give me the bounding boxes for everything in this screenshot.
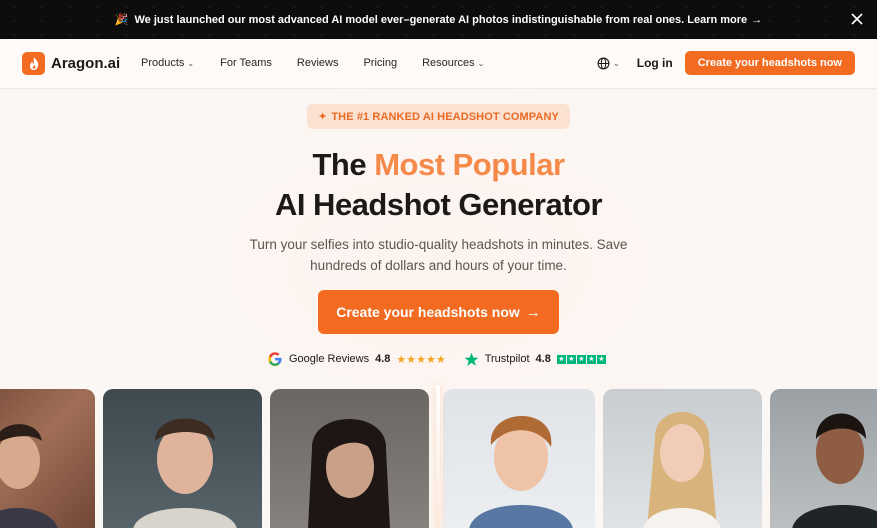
- nav-actions: ⌄ Log in Create your headshots now: [597, 51, 855, 75]
- star-rating-icon: ★★★★★: [396, 353, 446, 366]
- rating-score: 4.8: [535, 353, 551, 365]
- headshot-photo: [103, 389, 262, 528]
- flame-icon: [22, 52, 45, 75]
- carousel-divider: [436, 385, 440, 528]
- hero-subtitle: Turn your selfies into studio-quality he…: [249, 237, 628, 273]
- google-logo-icon: [268, 352, 282, 366]
- hero-title-accent: Most Popular: [374, 147, 565, 182]
- chevron-down-icon: ⌄: [613, 58, 620, 68]
- nav-item-label: Products: [141, 57, 185, 69]
- brand-logo[interactable]: Aragon.ai: [22, 52, 120, 75]
- chevron-down-icon: ⌄: [187, 58, 195, 68]
- close-icon[interactable]: [849, 11, 865, 27]
- trustpilot-rating[interactable]: Trustpilot 4.8 ★ ★ ★ ★ ★: [464, 352, 607, 367]
- ranking-badge: ✦ THE #1 RANKED AI HEADSHOT COMPANY: [307, 104, 570, 129]
- globe-icon: [597, 57, 610, 69]
- person-silhouette-icon: [643, 412, 721, 528]
- brand-name: Aragon.ai: [51, 55, 121, 72]
- hero-title-prefix: The: [312, 147, 375, 182]
- hero-create-headshots-button[interactable]: Create your headshots now →: [318, 290, 559, 334]
- google-rating[interactable]: Google Reviews 4.8 ★★★★★: [267, 351, 446, 367]
- rating-source: Google Reviews: [289, 353, 370, 365]
- main-menu: Products ⌄ For Teams Reviews Pricing Res…: [141, 57, 484, 69]
- headshot-photo: [770, 389, 877, 528]
- person-silhouette-icon: [0, 424, 58, 528]
- headshot-photo: [0, 389, 95, 528]
- headshot-photo: [603, 389, 762, 528]
- nav-item-label: For Teams: [220, 57, 272, 69]
- person-silhouette-icon: [308, 419, 390, 528]
- chevron-down-icon: ⌄: [477, 58, 485, 68]
- nav-item-pricing[interactable]: Pricing: [363, 57, 397, 69]
- login-link[interactable]: Log in: [637, 56, 673, 70]
- person-silhouette-icon: [792, 413, 877, 528]
- nav-create-headshots-button[interactable]: Create your headshots now: [684, 51, 855, 75]
- nav-item-label: Reviews: [296, 57, 339, 69]
- language-selector[interactable]: ⌄: [597, 57, 620, 70]
- hero-title-line1: The Most Popular: [0, 147, 877, 183]
- party-popper-icon: 🎉: [114, 14, 129, 26]
- nav-item-for-teams[interactable]: For Teams: [220, 57, 272, 69]
- nav-item-label: Resources: [422, 57, 475, 69]
- announcement-bar: 🎉 We just launched our most advanced AI …: [0, 0, 877, 39]
- person-silhouette-icon: [469, 416, 573, 528]
- cta-label: Create your headshots now: [336, 304, 520, 320]
- person-silhouette-icon: [133, 418, 237, 528]
- nav-item-resources[interactable]: Resources ⌄: [422, 57, 484, 69]
- headshot-photo: [443, 389, 595, 528]
- arrow-right-icon: →: [525, 303, 541, 321]
- ratings-row: Google Reviews 4.8 ★★★★★ Trustpilot 4.8 …: [267, 351, 607, 367]
- nav-item-reviews[interactable]: Reviews: [297, 57, 339, 69]
- sparkle-icon: ✦: [318, 111, 328, 123]
- trustpilot-star-icon: [464, 352, 479, 366]
- rating-source: Trustpilot: [484, 353, 530, 365]
- trustpilot-stars-icon: ★ ★ ★ ★ ★: [556, 354, 606, 364]
- headshot-photo: [270, 389, 429, 528]
- hero-title-line2: AI Headshot Generator: [274, 187, 603, 222]
- arrow-right-icon[interactable]: →: [751, 14, 762, 26]
- top-nav: Aragon.ai Products ⌄ For Teams Reviews P…: [0, 39, 877, 89]
- badge-text: THE #1 RANKED AI HEADSHOT COMPANY: [331, 110, 559, 123]
- rating-score: 4.8: [375, 353, 391, 365]
- nav-item-label: Pricing: [363, 57, 398, 69]
- announcement-text[interactable]: We just launched our most advanced AI mo…: [135, 14, 748, 26]
- nav-item-products[interactable]: Products ⌄: [141, 57, 194, 69]
